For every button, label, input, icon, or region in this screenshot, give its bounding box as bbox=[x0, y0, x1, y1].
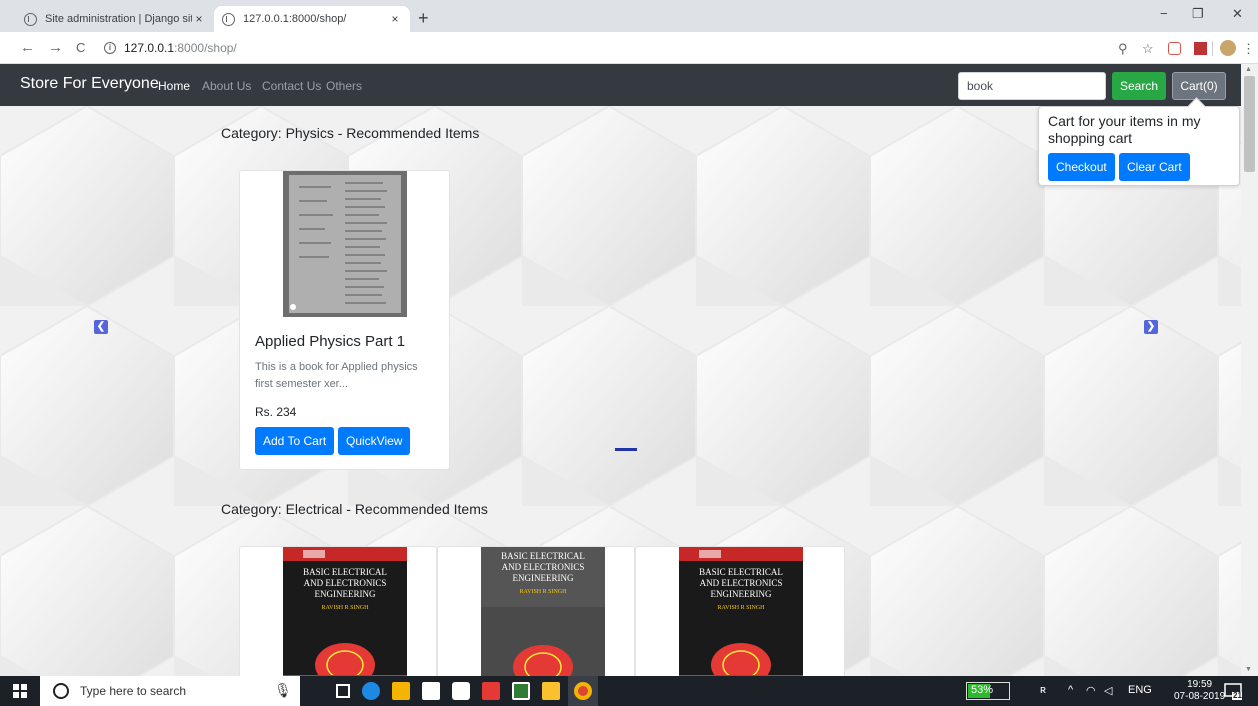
carousel-next-icon[interactable]: ❯ bbox=[1144, 320, 1158, 334]
people-icon[interactable]: ʀ bbox=[1040, 684, 1046, 696]
globe-icon bbox=[222, 12, 235, 26]
clock-time: 19:59 bbox=[1187, 679, 1213, 690]
maximize-icon[interactable]: ❐ bbox=[1192, 6, 1204, 22]
book-cover-title: BASIC ELECTRICAL AND ELECTRONICS ENGINEE… bbox=[303, 567, 387, 611]
page-content: Category: Physics - Recommended Items Ap… bbox=[0, 106, 1241, 676]
taskbar-clock[interactable]: 19:59 07-08-2019 bbox=[1174, 679, 1225, 703]
product-card: BASIC ELECTRICAL AND ELECTRONICS ENGINEE… bbox=[437, 546, 635, 676]
zoom-icon[interactable]: ⚲ bbox=[1118, 41, 1128, 57]
nav-link-contact-us[interactable]: Contact Us bbox=[262, 79, 321, 93]
back-arrow-icon[interactable]: ← bbox=[20, 39, 35, 56]
site-navbar: Store For Everyone Home About Us Contact… bbox=[0, 64, 1241, 106]
chrome-icon[interactable] bbox=[574, 682, 592, 700]
tab-django-admin[interactable]: Site administration | Django site admin … bbox=[16, 6, 214, 32]
windows-taskbar: Type here to search 🎙 53% ʀ ^ ◠ ◁ ENG 19… bbox=[0, 676, 1258, 706]
globe-icon bbox=[24, 12, 37, 26]
url-path: :8000/shop/ bbox=[174, 41, 237, 55]
product-description: This is a book for Applied physics first… bbox=[255, 361, 418, 390]
scrollbar-thumb[interactable] bbox=[1244, 76, 1255, 172]
pocket-extension-icon[interactable] bbox=[1168, 42, 1181, 55]
tab-title: Site administration | Django site admin bbox=[45, 13, 192, 25]
cortana-icon bbox=[53, 683, 69, 699]
product-price: Rs. 234 bbox=[255, 405, 297, 419]
language-indicator[interactable]: ENG bbox=[1128, 684, 1152, 696]
mcafee-icon[interactable] bbox=[482, 682, 500, 700]
tab-shop[interactable]: 127.0.0.1:8000/shop/ × bbox=[214, 6, 410, 32]
windows-start-icon[interactable] bbox=[13, 684, 27, 698]
mail-icon[interactable] bbox=[452, 682, 470, 700]
product-card: BASIC ELECTRICAL AND ELECTRONICS ENGINEE… bbox=[239, 546, 437, 676]
url-host: 127.0.0.1 bbox=[124, 41, 175, 55]
cart-popover: Cart for your items in my shopping cart … bbox=[1038, 106, 1240, 186]
site-info-icon[interactable]: i bbox=[104, 42, 116, 54]
tab-close-icon[interactable]: × bbox=[388, 12, 402, 26]
category-heading: Category: Electrical - Recommended Items bbox=[221, 501, 488, 517]
tab-close-icon[interactable]: × bbox=[192, 12, 206, 26]
pycharm-icon[interactable] bbox=[512, 682, 530, 700]
url-field[interactable]: 127.0.0.1:8000/shop/ bbox=[124, 41, 237, 55]
battery-percent: 53% bbox=[971, 684, 994, 696]
add-to-cart-button[interactable]: Add To Cart bbox=[255, 427, 335, 455]
task-view-icon[interactable] bbox=[336, 684, 350, 698]
microphone-icon[interactable]: 🎙 bbox=[274, 682, 292, 699]
toolbar-divider bbox=[1212, 41, 1213, 56]
scroll-down-icon[interactable]: ▼ bbox=[1245, 666, 1252, 673]
scroll-up-icon[interactable]: ▲ bbox=[1245, 66, 1252, 73]
minimize-icon[interactable]: − bbox=[1160, 6, 1168, 21]
product-title[interactable]: Applied Physics Part 1 bbox=[255, 333, 405, 350]
notifications-icon[interactable]: 21 bbox=[1224, 682, 1242, 700]
clear-cart-button[interactable]: Clear Cart bbox=[1119, 153, 1190, 181]
network-icon[interactable]: ◠ bbox=[1086, 684, 1096, 697]
nav-link-home[interactable]: Home bbox=[158, 79, 190, 93]
book-cover-title: BASIC ELECTRICAL AND ELECTRONICS ENGINEE… bbox=[501, 551, 585, 595]
profile-avatar-icon[interactable] bbox=[1220, 40, 1236, 56]
sublime-text-icon[interactable] bbox=[542, 682, 560, 700]
volume-icon[interactable]: ◁ bbox=[1104, 684, 1112, 697]
notification-count: 21 bbox=[1233, 691, 1242, 700]
cart-button[interactable]: Cart(0) bbox=[1172, 72, 1226, 100]
battery-indicator[interactable]: 53% bbox=[966, 682, 1010, 700]
carousel-indicator[interactable] bbox=[615, 448, 637, 451]
quickview-button[interactable]: QuickView bbox=[338, 427, 411, 455]
store-icon[interactable] bbox=[422, 682, 440, 700]
show-hidden-icons-chevron-icon[interactable]: ^ bbox=[1068, 684, 1073, 696]
search-input[interactable] bbox=[958, 72, 1106, 100]
pdf-extension-icon[interactable] bbox=[1194, 42, 1207, 55]
bookmark-star-icon[interactable]: ☆ bbox=[1142, 41, 1154, 57]
edge-browser-icon[interactable] bbox=[362, 682, 380, 700]
product-image[interactable] bbox=[283, 171, 407, 317]
taskbar-search-box[interactable]: Type here to search 🎙 bbox=[40, 676, 300, 706]
carousel-prev-icon[interactable]: ❮ bbox=[94, 320, 108, 334]
product-image[interactable]: BASIC ELECTRICAL AND ELECTRONICS ENGINEE… bbox=[481, 547, 605, 676]
browser-tab-strip: Site administration | Django site admin … bbox=[0, 0, 1258, 32]
reload-icon[interactable]: C bbox=[76, 40, 85, 55]
product-card: Applied Physics Part 1 This is a book fo… bbox=[239, 170, 450, 470]
new-tab-button[interactable]: + bbox=[418, 8, 429, 29]
taskbar-search-placeholder: Type here to search bbox=[80, 684, 187, 698]
product-image[interactable]: BASIC ELECTRICAL AND ELECTRONICS ENGINEE… bbox=[679, 547, 803, 676]
search-button[interactable]: Search bbox=[1112, 72, 1166, 100]
file-explorer-icon[interactable] bbox=[392, 682, 410, 700]
tab-title: 127.0.0.1:8000/shop/ bbox=[243, 13, 347, 25]
product-image[interactable]: BASIC ELECTRICAL AND ELECTRONICS ENGINEE… bbox=[283, 547, 407, 676]
address-bar: ← → C i 127.0.0.1:8000/shop/ ⚲ ☆ ⋮ bbox=[0, 32, 1258, 64]
product-card: BASIC ELECTRICAL AND ELECTRONICS ENGINEE… bbox=[635, 546, 845, 676]
clock-date: 07-08-2019 bbox=[1174, 691, 1226, 702]
checkout-button[interactable]: Checkout bbox=[1048, 153, 1115, 181]
site-brand[interactable]: Store For Everyone bbox=[20, 75, 159, 93]
nav-link-about-us[interactable]: About Us bbox=[202, 79, 251, 93]
book-cover-title: BASIC ELECTRICAL AND ELECTRONICS ENGINEE… bbox=[699, 567, 783, 611]
close-window-icon[interactable]: ✕ bbox=[1232, 6, 1243, 22]
nav-link-others[interactable]: Others bbox=[326, 79, 362, 93]
category-heading: Category: Physics - Recommended Items bbox=[221, 125, 480, 141]
cart-popover-title: Cart for your items in my shopping cart bbox=[1048, 113, 1201, 146]
browser-menu-icon[interactable]: ⋮ bbox=[1242, 41, 1255, 57]
forward-arrow-icon[interactable]: → bbox=[48, 39, 63, 56]
